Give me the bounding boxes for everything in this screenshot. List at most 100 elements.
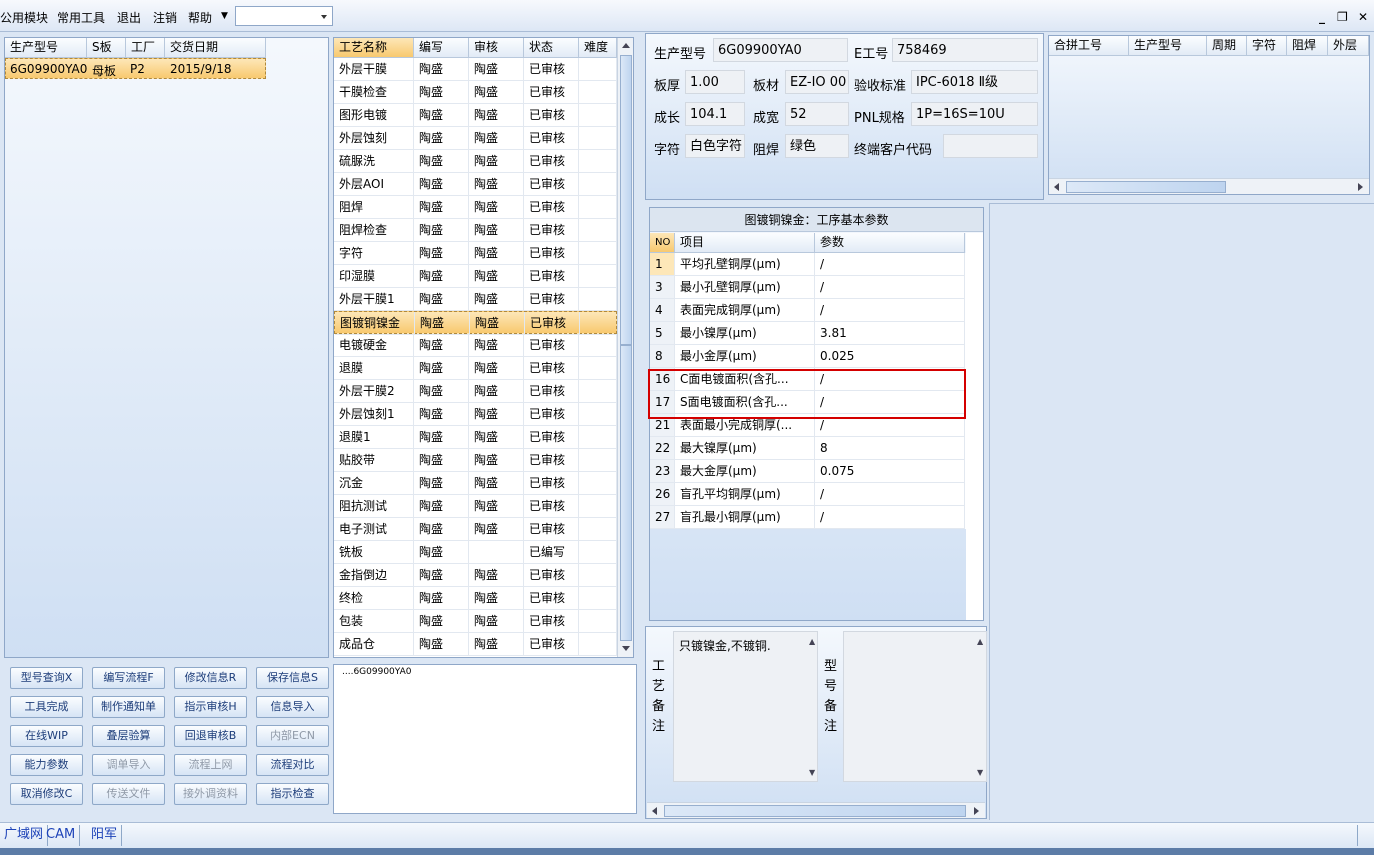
scroll-right-icon[interactable] [974, 807, 979, 815]
scroll-down-icon[interactable]: ▼ [977, 768, 983, 777]
process-row[interactable]: 退膜1 陶盛 陶盛 已审核 [334, 426, 617, 449]
process-row[interactable]: 干膜检查 陶盛 陶盛 已审核 [334, 81, 617, 104]
customer-field[interactable] [943, 134, 1038, 158]
joint-grid-header[interactable]: 字符 [1247, 36, 1287, 56]
process-row[interactable]: 字符 陶盛 陶盛 已审核 [334, 242, 617, 265]
process-row[interactable]: 阻焊检查 陶盛 陶盛 已审核 [334, 219, 617, 242]
process-row[interactable]: 电镀硬金 陶盛 陶盛 已审核 [334, 334, 617, 357]
help-dropdown-icon[interactable]: ▼ [221, 11, 228, 21]
notes-scroll-thumb[interactable] [664, 805, 966, 817]
action-button[interactable]: 流程对比 [256, 754, 329, 776]
action-button[interactable]: 型号查询X [10, 667, 83, 689]
menu-common-module[interactable]: 公用模块 [0, 9, 48, 26]
joint-grid-header[interactable]: 阻焊 [1287, 36, 1328, 56]
log-panel[interactable]: ....6G09900YA0 [333, 664, 637, 814]
joint-grid-header[interactable]: 周期 [1207, 36, 1247, 56]
process-row[interactable]: 阻焊 陶盛 陶盛 已审核 [334, 196, 617, 219]
action-button[interactable]: 编写流程F [92, 667, 165, 689]
action-button[interactable]: 在线WIP [10, 725, 83, 747]
process-grid-header[interactable]: 编写 [414, 38, 469, 58]
process-grid-header[interactable]: 工艺名称 [334, 38, 414, 58]
process-row[interactable]: 外层干膜2 陶盛 陶盛 已审核 [334, 380, 617, 403]
model-notes-field[interactable] [843, 631, 987, 782]
process-scrollbar[interactable] [617, 38, 633, 657]
process-row[interactable]: 图形电镀 陶盛 陶盛 已审核 [334, 104, 617, 127]
scroll-up-icon[interactable]: ▲ [809, 637, 815, 646]
action-button[interactable]: 保存信息S [256, 667, 329, 689]
production-model-field[interactable]: 6G09900YA0 [713, 38, 848, 62]
process-row[interactable]: 包装 陶盛 陶盛 已审核 [334, 610, 617, 633]
process-row[interactable]: 电子测试 陶盛 陶盛 已审核 [334, 518, 617, 541]
process-row[interactable]: 终检 陶盛 陶盛 已审核 [334, 587, 617, 610]
menu-combo-box[interactable] [235, 6, 333, 26]
action-button[interactable]: 指示审核H [174, 696, 247, 718]
process-row[interactable]: 印湿膜 陶盛 陶盛 已审核 [334, 265, 617, 288]
process-row[interactable]: 沉金 陶盛 陶盛 已审核 [334, 472, 617, 495]
action-button[interactable]: 能力参数 [10, 754, 83, 776]
joint-grid-header[interactable]: 合拼工号 [1049, 36, 1129, 56]
action-button[interactable]: 制作通知单 [92, 696, 165, 718]
action-button[interactable]: 修改信息R [174, 667, 247, 689]
process-notes-field[interactable]: 只镀镍金,不镀铜. [673, 631, 818, 782]
menu-logout[interactable]: 注销 [153, 9, 177, 26]
notes-hscrollbar[interactable] [647, 802, 985, 818]
process-row[interactable]: 外层干膜 陶盛 陶盛 已审核 [334, 58, 617, 81]
process-row[interactable]: 贴胶带 陶盛 陶盛 已审核 [334, 449, 617, 472]
process-row[interactable]: 成品仓 陶盛 陶盛 已审核 [334, 633, 617, 656]
close-icon[interactable]: ✕ [1358, 10, 1368, 24]
process-row[interactable]: 外层AOI 陶盛 陶盛 已审核 [334, 173, 617, 196]
process-grid-header[interactable]: 状态 [524, 38, 579, 58]
e-number-field[interactable]: 758469 [892, 38, 1038, 62]
scroll-left-icon[interactable] [652, 807, 657, 815]
action-button[interactable]: 信息导入 [256, 696, 329, 718]
width-field[interactable]: 52 [785, 102, 849, 126]
scroll-down-icon[interactable]: ▼ [809, 768, 815, 777]
process-grid-header[interactable]: 审核 [469, 38, 524, 58]
action-button[interactable]: 流程上网 [174, 754, 247, 776]
scroll-down-icon[interactable] [622, 646, 630, 651]
model-grid-header[interactable]: 交货日期 [165, 38, 266, 58]
menu-exit[interactable]: 退出 [117, 9, 141, 26]
minimize-icon[interactable]: _ [1319, 10, 1325, 24]
menu-help[interactable]: 帮助 [188, 9, 212, 26]
menu-common-tools[interactable]: 常用工具 [57, 9, 105, 26]
process-row[interactable]: 铣板 陶盛 已编写 [334, 541, 617, 564]
joint-grid-header[interactable]: 生产型号 [1129, 36, 1207, 56]
process-scroll-thumb[interactable] [620, 345, 632, 641]
process-grid-header[interactable]: 难度 [579, 38, 617, 58]
action-button[interactable]: 工具完成 [10, 696, 83, 718]
action-button[interactable]: 取消修改C [10, 783, 83, 805]
model-grid-header[interactable]: 工厂 [126, 38, 165, 58]
joint-grid-header[interactable]: 外层 [1328, 36, 1369, 56]
model-grid-header[interactable]: 生产型号 [5, 38, 87, 58]
pnl-field[interactable]: 1P=16S=10U [911, 102, 1038, 126]
process-scroll-thumb[interactable] [620, 55, 632, 345]
action-button[interactable]: 指示检查 [256, 783, 329, 805]
scroll-up-icon[interactable]: ▲ [977, 637, 983, 646]
restore-icon[interactable]: ❐ [1337, 10, 1348, 24]
process-row[interactable]: 退膜 陶盛 陶盛 已审核 [334, 357, 617, 380]
scroll-right-icon[interactable] [1358, 183, 1363, 191]
model-row[interactable]: 6G09900YA0 母板 P2 2015/9/18 [5, 58, 266, 79]
process-row[interactable]: 外层干膜1 陶盛 陶盛 已审核 [334, 288, 617, 311]
process-row[interactable]: 硫脲洗 陶盛 陶盛 已审核 [334, 150, 617, 173]
action-button[interactable]: 内部ECN [256, 725, 329, 747]
process-row[interactable]: 金指倒边 陶盛 陶盛 已审核 [334, 564, 617, 587]
action-button[interactable]: 接外调资料 [174, 783, 247, 805]
process-row[interactable]: 外层蚀刻1 陶盛 陶盛 已审核 [334, 403, 617, 426]
thickness-field[interactable]: 1.00 [685, 70, 745, 94]
action-button[interactable]: 传送文件 [92, 783, 165, 805]
mask-field[interactable]: 绿色 [785, 134, 849, 158]
process-row[interactable]: 外层蚀刻 陶盛 陶盛 已审核 [334, 127, 617, 150]
action-button[interactable]: 叠层验算 [92, 725, 165, 747]
standard-field[interactable]: IPC-6018 Ⅱ级 [911, 70, 1038, 94]
scroll-up-icon[interactable] [622, 43, 630, 48]
scroll-left-icon[interactable] [1054, 183, 1059, 191]
action-button[interactable]: 回退审核B [174, 725, 247, 747]
material-field[interactable]: EZ-IO 00 [785, 70, 849, 94]
char-field[interactable]: 白色字符 [685, 134, 745, 158]
joint-scroll-thumb[interactable] [1066, 181, 1226, 193]
action-button[interactable]: 调单导入 [92, 754, 165, 776]
process-row[interactable]: 图镀铜镍金 陶盛 陶盛 已审核 [334, 311, 617, 335]
model-grid-header[interactable]: S板 [87, 38, 126, 58]
